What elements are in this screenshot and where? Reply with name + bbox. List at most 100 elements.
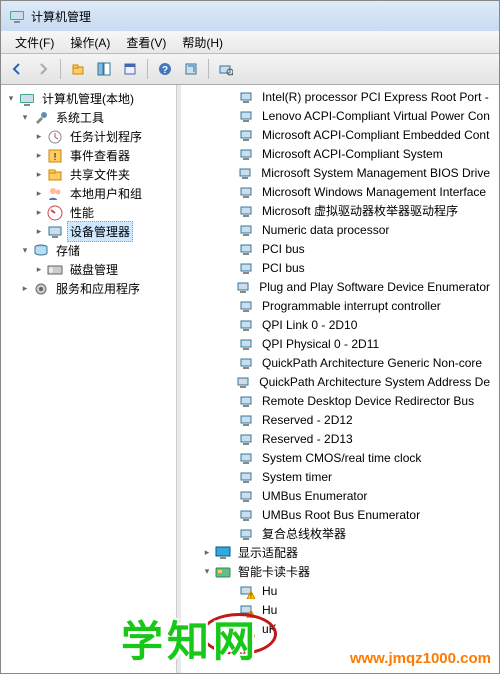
device-item[interactable]: System CMOS/real time clock — [181, 448, 499, 467]
expander-icon[interactable]: ▸ — [33, 150, 45, 162]
warn-icon: ! — [239, 583, 255, 599]
device-item[interactable]: QPI Physical 0 - 2D11 — [181, 334, 499, 353]
device-icon — [236, 374, 252, 390]
device-icon — [239, 526, 255, 542]
device-item[interactable]: !uK — [181, 619, 499, 638]
expander-icon[interactable]: ▸ — [33, 169, 45, 181]
device-icon — [239, 336, 255, 352]
right-device-pane[interactable]: Intel(R) processor PCI Express Root Port… — [181, 85, 499, 673]
device-icon — [239, 317, 255, 333]
expander-icon[interactable]: ▸ — [19, 283, 31, 295]
tree-item[interactable]: ▸共享文件夹 — [1, 165, 176, 184]
up-button[interactable] — [66, 57, 90, 81]
tree-item[interactable]: ▸磁盘管理 — [1, 260, 176, 279]
tree-category[interactable]: ▾存储 — [1, 241, 176, 260]
window-title: 计算机管理 — [31, 8, 91, 25]
properties-button[interactable] — [118, 57, 142, 81]
expander-icon[interactable]: ▸ — [33, 264, 45, 276]
tree-root[interactable]: ▾计算机管理(本地) — [1, 89, 176, 108]
svg-text:?: ? — [162, 65, 168, 76]
device-icon — [239, 355, 255, 371]
device-item[interactable]: Lenovo ACPI-Compliant Virtual Power Con — [181, 106, 499, 125]
device-icon — [239, 222, 255, 238]
device-icon — [239, 260, 255, 276]
menu-action[interactable]: 操作(A) — [62, 32, 118, 53]
menubar: 文件(F) 操作(A) 查看(V) 帮助(H) — [1, 31, 499, 54]
left-tree-pane[interactable]: ▾计算机管理(本地)▾系统工具▸任务计划程序▸!事件查看器▸共享文件夹▸本地用户… — [1, 85, 177, 673]
device-category[interactable]: ▸显示适配器 — [181, 543, 499, 562]
separator — [147, 59, 148, 79]
device-icon — [239, 203, 255, 219]
expander-icon[interactable]: ▾ — [201, 566, 213, 578]
tree-item[interactable]: ▸设备管理器 — [1, 222, 176, 241]
menu-view[interactable]: 查看(V) — [118, 32, 174, 53]
device-category[interactable]: ▾智能卡读卡器 — [181, 562, 499, 581]
tree-item[interactable]: ▸任务计划程序 — [1, 127, 176, 146]
device-item[interactable]: PCI bus — [181, 239, 499, 258]
device-item[interactable]: Reserved - 2D12 — [181, 410, 499, 429]
device-item[interactable]: Numeric data processor — [181, 220, 499, 239]
device-item[interactable]: Microsoft Windows Management Interface — [181, 182, 499, 201]
menu-help[interactable]: 帮助(H) — [174, 32, 231, 53]
device-icon — [239, 488, 255, 504]
expander-icon[interactable]: ▸ — [33, 207, 45, 219]
tree-category[interactable]: ▸服务和应用程序 — [1, 279, 176, 298]
expander-icon[interactable]: ▸ — [33, 188, 45, 200]
device-icon — [239, 393, 255, 409]
back-button[interactable] — [5, 57, 29, 81]
refresh-button[interactable] — [179, 57, 203, 81]
device-icon — [239, 127, 255, 143]
device-icon — [239, 184, 255, 200]
device-item[interactable]: PCI bus — [181, 258, 499, 277]
device-item[interactable]: Remote Desktop Device Redirector Bus — [181, 391, 499, 410]
device-item[interactable]: QuickPath Architecture Generic Non-core — [181, 353, 499, 372]
device-item[interactable]: Microsoft System Management BIOS Drive — [181, 163, 499, 182]
toolbar: ? — [1, 54, 499, 85]
tree-item[interactable]: ▸性能 — [1, 203, 176, 222]
device-item[interactable]: Microsoft ACPI-Compliant System — [181, 144, 499, 163]
tree-category[interactable]: ▾系统工具 — [1, 108, 176, 127]
expander-icon[interactable]: ▾ — [19, 245, 31, 257]
device-icon — [239, 412, 255, 428]
device-item[interactable]: Plug and Play Software Device Enumerator — [181, 277, 499, 296]
device-icon — [239, 431, 255, 447]
device-item[interactable]: System timer — [181, 467, 499, 486]
device-item[interactable]: QuickPath Architecture System Address De — [181, 372, 499, 391]
expander-icon[interactable]: ▸ — [33, 131, 45, 143]
help-button[interactable]: ? — [153, 57, 177, 81]
event-icon: ! — [47, 148, 63, 164]
device-item[interactable]: !Hu — [181, 581, 499, 600]
expander-icon[interactable]: ▾ — [5, 93, 17, 105]
device-item[interactable]: UMBus Enumerator — [181, 486, 499, 505]
device-icon — [239, 89, 255, 105]
svg-text:!: ! — [250, 631, 252, 637]
smartcard-icon — [215, 564, 231, 580]
titlebar[interactable]: 计算机管理 — [1, 1, 499, 31]
device-item[interactable]: 复合总线枚举器 — [181, 524, 499, 543]
expander-icon[interactable]: ▾ — [19, 112, 31, 124]
tree-item[interactable]: ▸!事件查看器 — [1, 146, 176, 165]
device-item[interactable]: Reserved - 2D13 — [181, 429, 499, 448]
device-item[interactable]: !Hu — [181, 600, 499, 619]
menu-file[interactable]: 文件(F) — [7, 32, 62, 53]
tools-icon — [33, 110, 49, 126]
tree-item[interactable]: ▸本地用户和组 — [1, 184, 176, 203]
expander-icon[interactable]: ▸ — [33, 226, 45, 238]
device-item[interactable]: Programmable interrupt controller — [181, 296, 499, 315]
share-icon — [47, 167, 63, 183]
device-item[interactable]: Microsoft ACPI-Compliant Embedded Cont — [181, 125, 499, 144]
console-tree-button[interactable] — [92, 57, 116, 81]
scan-button[interactable] — [214, 57, 238, 81]
expander-icon[interactable]: ▸ — [201, 547, 213, 559]
device-item[interactable]: Intel(R) processor PCI Express Root Port… — [181, 87, 499, 106]
device-item[interactable]: QPI Link 0 - 2D10 — [181, 315, 499, 334]
separator — [208, 59, 209, 79]
device-item[interactable]: Microsoft 虚拟驱动器枚举器驱动程序 — [181, 201, 499, 220]
device-item[interactable]: UMBus Root Bus Enumerator — [181, 505, 499, 524]
forward-button[interactable] — [31, 57, 55, 81]
storage-icon — [33, 243, 49, 259]
device-icon — [236, 279, 252, 295]
device-icon — [239, 507, 255, 523]
body: ▾计算机管理(本地)▾系统工具▸任务计划程序▸!事件查看器▸共享文件夹▸本地用户… — [1, 85, 499, 673]
device-icon — [239, 469, 255, 485]
